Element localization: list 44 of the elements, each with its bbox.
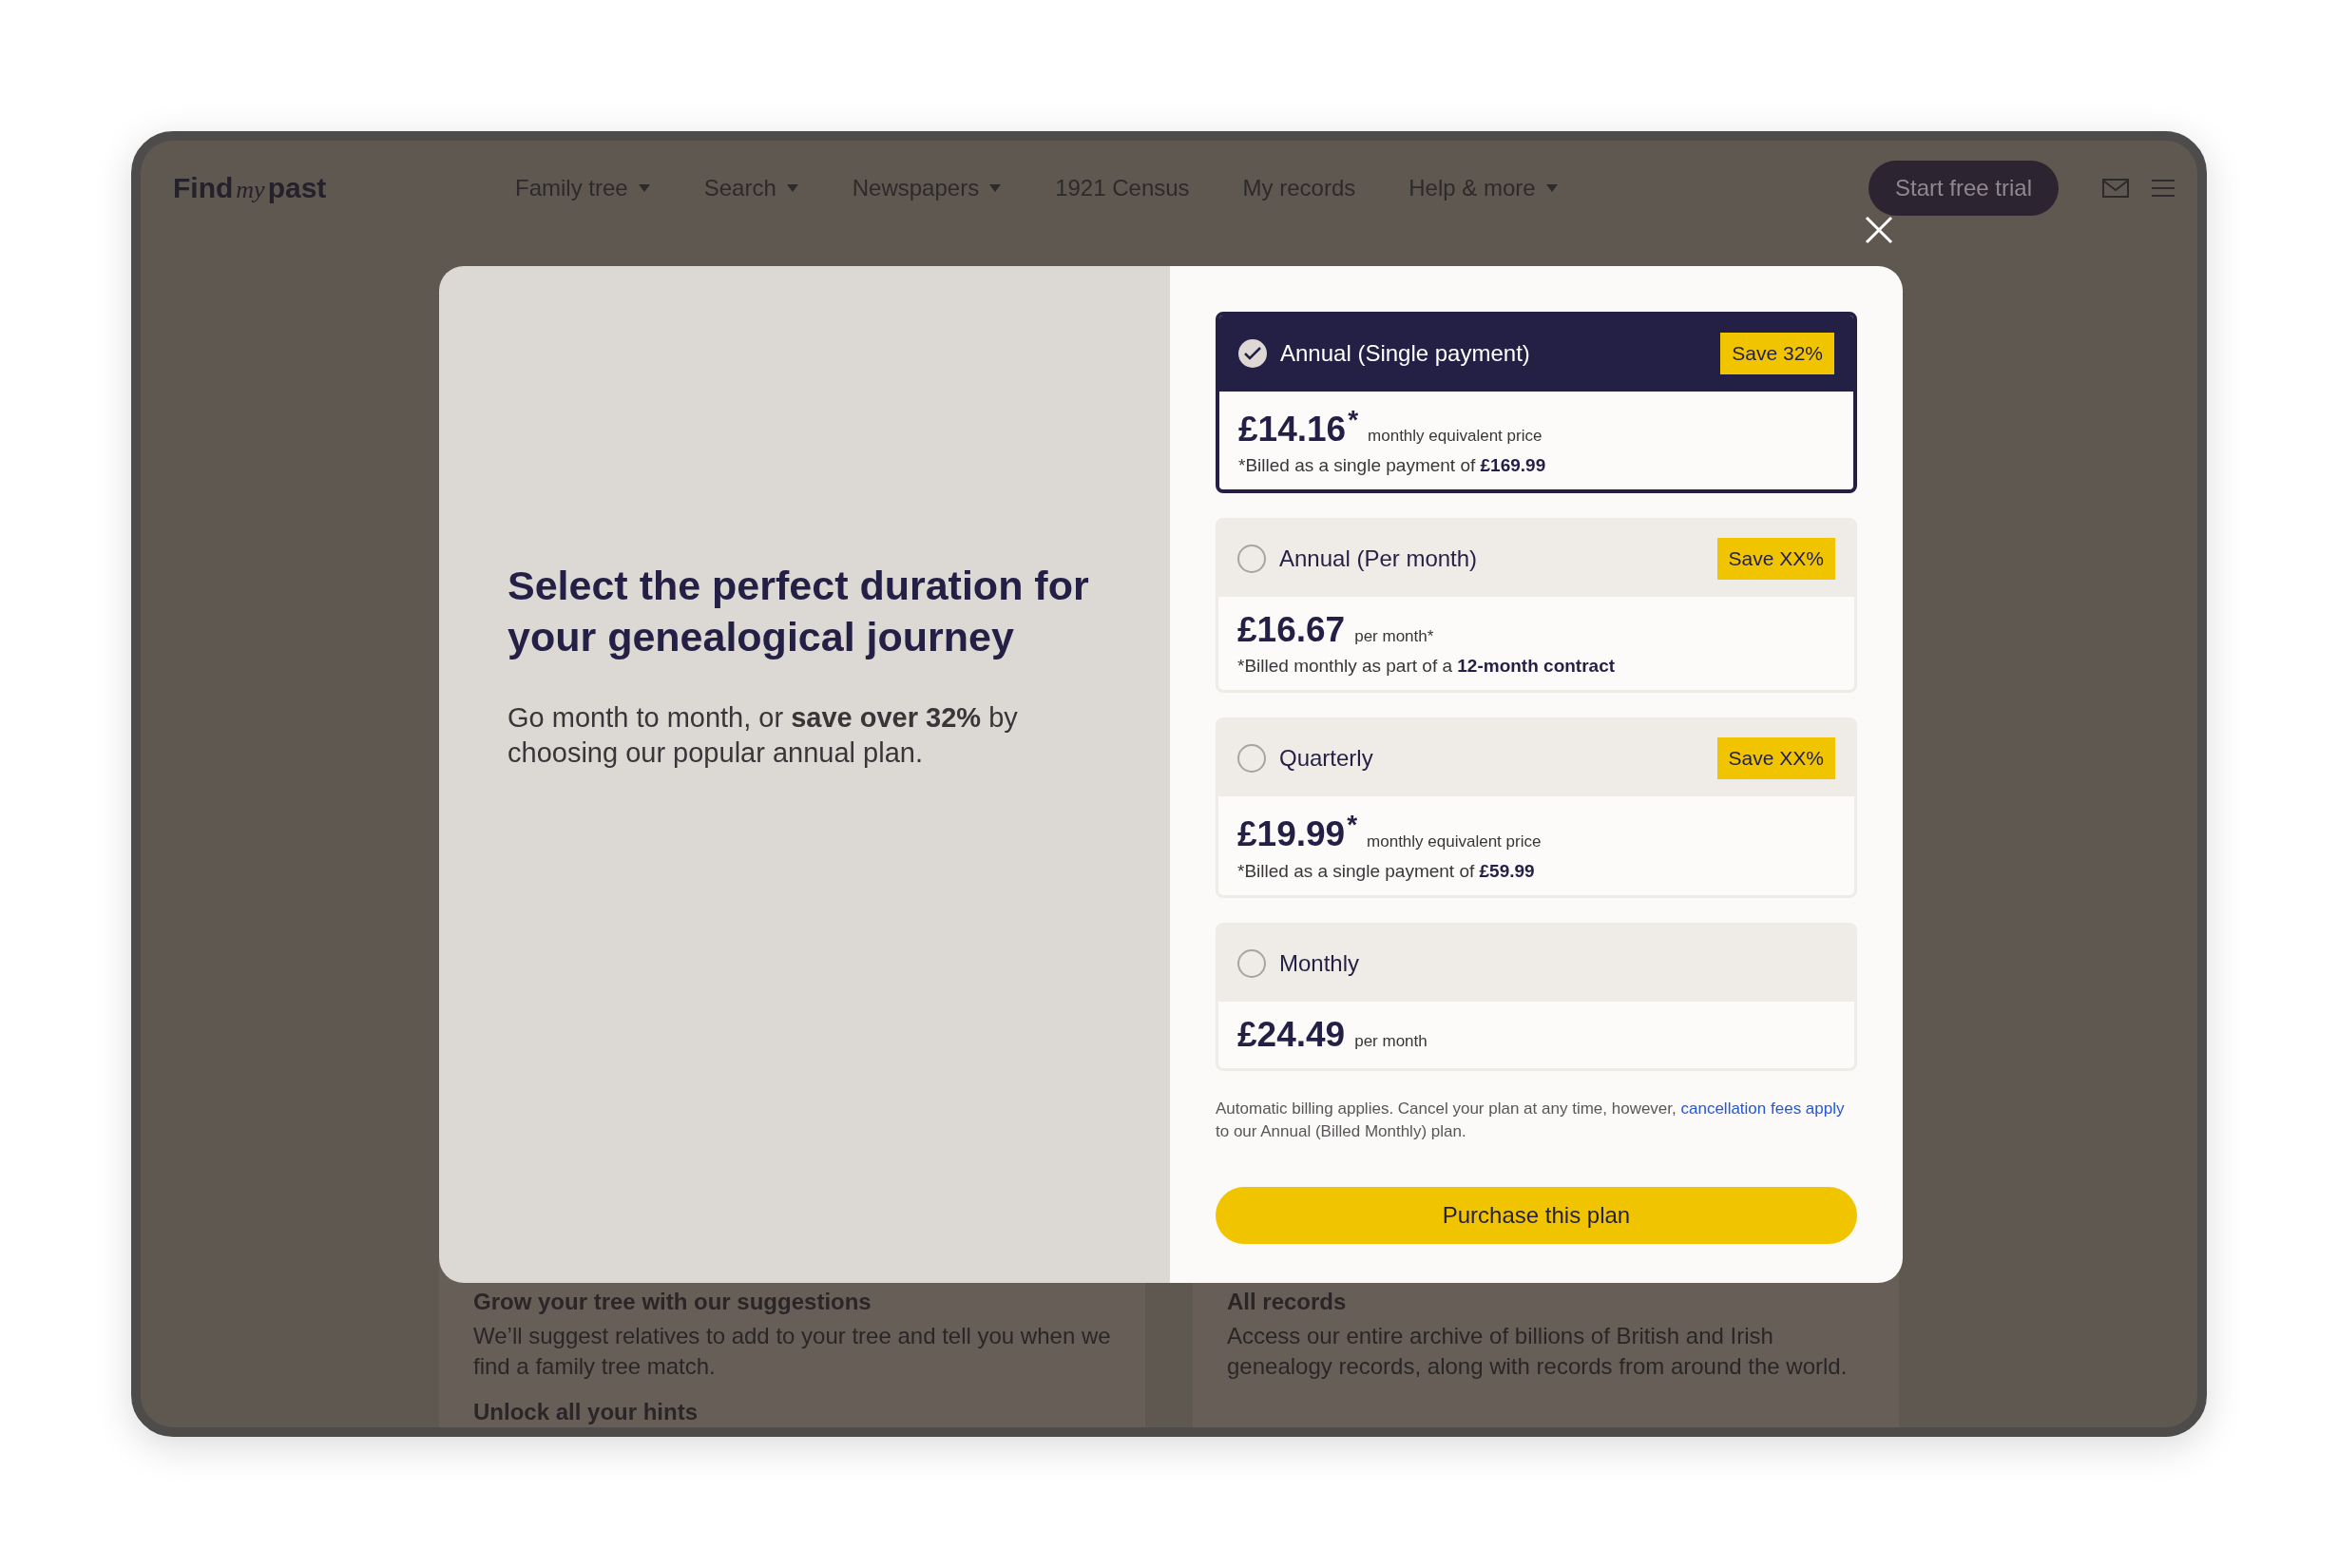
- purchase-button[interactable]: Purchase this plan: [1216, 1186, 1857, 1244]
- radio-button[interactable]: [1237, 948, 1266, 978]
- billing-note: *Billed as a single payment of £169.99: [1238, 455, 1547, 477]
- savings-tag: Save XX%: [1716, 538, 1835, 581]
- savings-tag: Save XX%: [1716, 737, 1835, 780]
- plan-price: £16.67: [1237, 610, 1346, 651]
- caret-icon: [988, 183, 1003, 193]
- savings-tag: Save 32%: [1720, 333, 1834, 374]
- radio-button[interactable]: [1238, 339, 1267, 368]
- price-period: monthly equivalent price: [1367, 832, 1542, 851]
- plan-name: Annual (Per month): [1279, 545, 1479, 573]
- plan-name: Monthly: [1279, 949, 1361, 977]
- price-period: per month: [1354, 1031, 1428, 1051]
- plan-price: £24.49: [1237, 1014, 1346, 1055]
- card-text: Access our entire archive of billions of British and Irish genealogy records, along with records from around the world.: [1227, 1322, 1849, 1381]
- cancellation-link[interactable]: cancellation fees apply: [1680, 1099, 1845, 1118]
- billing-disclaimer: Automatic billing applies. Cancel your plan at any time, however, cancellation fees apply to our Annual (Billed Monthly) plan.: [1216, 1098, 1846, 1142]
- card-subtitle: Unlock all your hints: [473, 1399, 699, 1425]
- card-text: We’ll suggest relatives to add to your tree and tell you when we find a family tree match.: [473, 1322, 1111, 1381]
- logo[interactable]: Findmypast: [173, 172, 515, 204]
- radio-button[interactable]: [1237, 744, 1266, 774]
- card-title: All records: [1227, 1289, 1348, 1315]
- plan-price: £14.16$^{*}$: [1238, 405, 1359, 450]
- plan-option[interactable]: Quarterly Save XX% £19.99$^{*}$ monthly equivalent price *Billed as a single payment of £59.99: [1216, 717, 1857, 898]
- price-period: per month*: [1354, 627, 1434, 647]
- radio-button[interactable]: [1237, 545, 1266, 574]
- plan-option[interactable]: Annual (Per month) Save XX% £16.67 per month* *Billed monthly as part of a 12-month contract: [1216, 518, 1857, 694]
- billing-note: *Billed monthly as part of a 12-month contract: [1237, 656, 1617, 678]
- plan-name: Annual (Single payment): [1280, 340, 1531, 367]
- caret-icon: [785, 183, 799, 193]
- caret-icon: [1544, 183, 1559, 193]
- billing-note: *Billed as a single payment of £59.99: [1237, 860, 1536, 882]
- plan-option[interactable]: Monthly £24.49 per month: [1216, 922, 1857, 1071]
- dialog-intro: Go month to month, or save over 32% by choosing our popular annual plan.: [508, 701, 1019, 770]
- plan-price: £19.99$^{*}$: [1237, 810, 1358, 855]
- caret-icon: [637, 183, 651, 193]
- card-title: Grow your tree with our suggestions: [473, 1289, 872, 1315]
- plan-name: Quarterly: [1279, 745, 1374, 773]
- plan-option[interactable]: Annual (Single payment) Save 32% £14.16$^{*}$ monthly equivalent price *Billed as a single payment of £169.99: [1216, 312, 1857, 494]
- price-period: monthly equivalent price: [1368, 427, 1543, 447]
- check-icon: [1244, 347, 1261, 360]
- close-icon[interactable]: [1864, 215, 1894, 245]
- start-trial-button[interactable]: Start free trial: [1868, 161, 2059, 216]
- dialog-heading: Select the perfect duration for your genealogical journey: [508, 562, 1090, 661]
